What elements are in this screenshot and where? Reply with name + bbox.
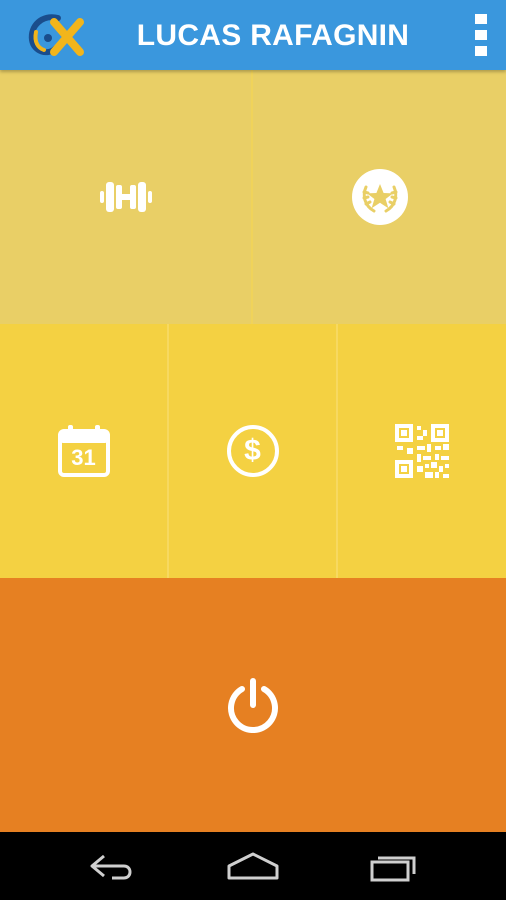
system-nav-bar	[0, 832, 506, 900]
dollar-icon: $	[226, 424, 280, 478]
calendar-icon: 31	[56, 423, 112, 479]
qr-code-icon	[395, 424, 449, 478]
payments-tile[interactable]: $	[169, 324, 336, 578]
calendar-day: 31	[71, 445, 96, 470]
logout-tile[interactable]	[0, 578, 506, 832]
app-bar: LUCAS RAFAGNIN	[0, 0, 506, 70]
back-icon[interactable]	[82, 846, 142, 886]
power-icon	[228, 678, 278, 733]
workout-tile[interactable]	[0, 70, 251, 324]
calendar-tile[interactable]: 31	[0, 324, 167, 578]
page-title: LUCAS RAFAGNIN	[136, 19, 410, 52]
qr-code-tile[interactable]	[338, 324, 506, 578]
overflow-menu-icon[interactable]	[466, 12, 496, 58]
achievements-tile[interactable]	[253, 70, 506, 324]
brand-logo-icon[interactable]	[24, 12, 86, 58]
home-icon[interactable]	[223, 846, 283, 886]
laurel-star-badge-icon	[351, 169, 408, 225]
dollar-glyph: $	[244, 434, 261, 467]
recent-apps-icon[interactable]	[364, 846, 424, 886]
dumbbell-icon	[99, 182, 152, 212]
